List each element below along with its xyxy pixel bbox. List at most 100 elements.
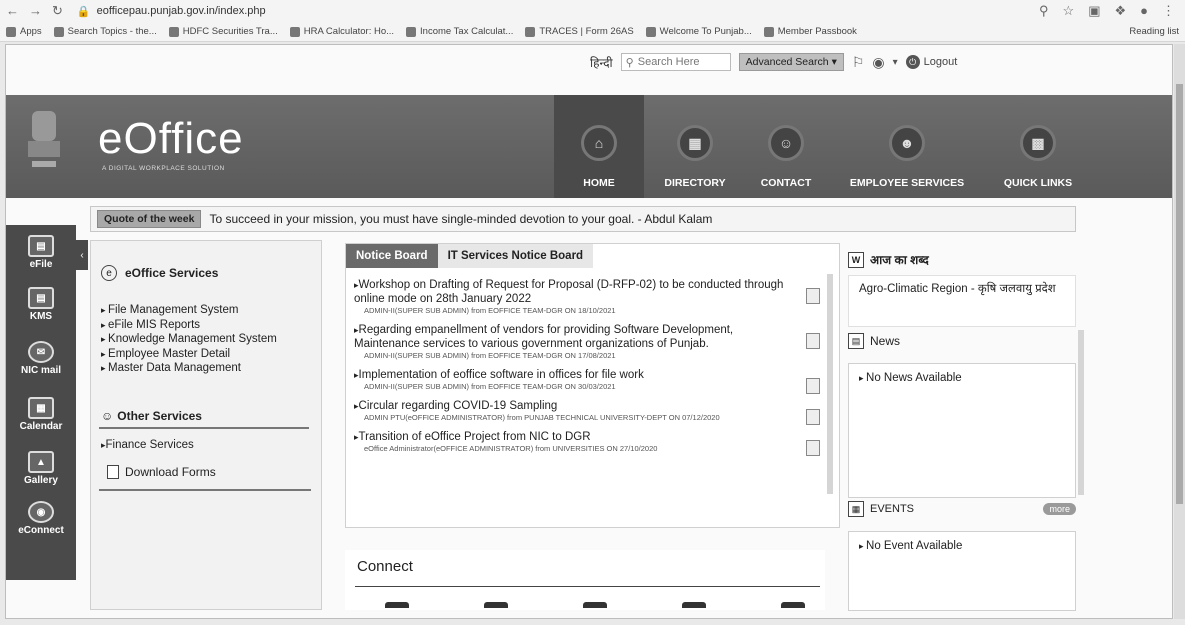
bookmark-icon xyxy=(289,26,300,37)
nav-employee-services[interactable]: ☻ EMPLOYEE SERVICES xyxy=(832,95,982,198)
social-icon[interactable] xyxy=(682,602,706,608)
download-forms-link[interactable]: Download Forms xyxy=(107,465,216,479)
page-scrollbar[interactable] xyxy=(1174,44,1185,619)
social-icon[interactable] xyxy=(385,602,409,608)
bookmark-passbook[interactable]: Member Passbook xyxy=(763,26,857,37)
calendar-icon: ▦ xyxy=(848,501,864,517)
url-text: eofficepau.punjab.gov.in/index.php xyxy=(96,5,266,17)
nav-home[interactable]: ⌂ HOME xyxy=(554,95,644,198)
list-item[interactable]: Circular regarding COVID-19 Sampling ADM… xyxy=(354,399,824,425)
list-item[interactable]: File Management System xyxy=(101,303,277,318)
dock-gallery[interactable]: ▲ Gallery xyxy=(6,451,76,486)
national-emblem-icon xyxy=(28,111,60,167)
notice-scrollbar[interactable] xyxy=(827,274,833,494)
notice-meta: ADMIN-II(SUPER SUB ADMIN) from EOFFICE T… xyxy=(364,382,616,391)
calendar-icon: ▦ xyxy=(28,397,54,419)
tab-it-services-notice-board[interactable]: IT Services Notice Board xyxy=(437,244,594,268)
notice-meta: ADMIN PTU(eOFFICE ADMINISTRATOR) from PU… xyxy=(364,413,720,422)
gallery-icon: ▲ xyxy=(28,451,54,473)
pdf-icon[interactable] xyxy=(806,440,820,456)
employee-icon: ☻ xyxy=(889,125,925,161)
word-of-day-heading: W आज का शब्द xyxy=(848,251,929,268)
kms-icon: ▤ xyxy=(28,287,54,309)
list-item[interactable]: Regarding empanellment of vendors for pr… xyxy=(354,323,824,360)
search-input[interactable]: ⚲ Search Here xyxy=(620,53,731,71)
social-icon[interactable] xyxy=(781,602,805,608)
address-field[interactable]: 🔒 eofficepau.punjab.gov.in/index.php xyxy=(77,5,266,18)
bookmark-icon xyxy=(53,26,64,37)
connect-section: Connect xyxy=(345,550,825,610)
dock-kms[interactable]: ▤ KMS xyxy=(6,287,76,322)
tab-notice-board[interactable]: Notice Board xyxy=(346,244,438,268)
chevron-down-icon[interactable]: ▾ xyxy=(893,57,898,68)
key-icon[interactable]: ⚲ xyxy=(1039,3,1049,19)
word-icon: W xyxy=(848,251,864,268)
bookmark-hra[interactable]: HRA Calculator: Ho... xyxy=(289,26,394,37)
dock-calendar[interactable]: ▦ Calendar xyxy=(6,397,76,432)
menu-icon[interactable]: ⋮ xyxy=(1162,3,1175,19)
extension-icon[interactable]: ▣ xyxy=(1088,3,1100,19)
efile-icon: ▤ xyxy=(28,235,54,257)
bookmark-punjab[interactable]: Welcome To Punjab... xyxy=(645,26,752,37)
bookmark-search-topics[interactable]: Search Topics - the... xyxy=(53,26,157,37)
bookmark-income-tax[interactable]: Income Tax Calculat... xyxy=(406,26,513,37)
pdf-icon[interactable] xyxy=(806,378,820,394)
dock-collapse-handle[interactable]: ‹ xyxy=(76,240,88,270)
social-icon[interactable] xyxy=(484,602,508,608)
home-icon: ⌂ xyxy=(581,125,617,161)
list-item[interactable]: eFile MIS Reports xyxy=(101,318,277,333)
notification-icon[interactable]: ⚐ xyxy=(852,54,865,71)
more-button[interactable]: more xyxy=(1043,503,1076,515)
pdf-icon[interactable] xyxy=(806,333,820,349)
divider xyxy=(99,427,309,429)
bookmark-hdfc[interactable]: HDFC Securities Tra... xyxy=(168,26,278,37)
chevron-left-icon: ‹ xyxy=(80,249,84,261)
search-icon: ⚲ xyxy=(625,56,634,69)
notice-board: Notice Board IT Services Notice Board Wo… xyxy=(345,243,840,528)
hindi-language-link[interactable]: हिन्दी xyxy=(590,54,613,71)
nav-directory[interactable]: ▦ DIRECTORY xyxy=(650,95,740,198)
notice-title[interactable]: Implementation of eoffice software in of… xyxy=(354,368,792,382)
dock-efile[interactable]: ▤ eFile xyxy=(6,235,76,270)
list-item[interactable]: Knowledge Management System xyxy=(101,332,277,347)
forward-icon[interactable]: → xyxy=(29,3,42,19)
news-scrollbar[interactable] xyxy=(1078,330,1084,495)
nav-contact[interactable]: ☺ CONTACT xyxy=(741,95,831,198)
dock-nic-mail[interactable]: ✉ NIC mail xyxy=(6,341,76,376)
pdf-icon[interactable] xyxy=(806,288,820,304)
bookmark-apps[interactable]: Apps xyxy=(6,26,42,37)
list-item[interactable]: Employee Master Detail xyxy=(101,347,277,362)
dock-econnect[interactable]: ◉ eConnect xyxy=(6,501,76,536)
notice-meta: eOffice Administrator(eOFFICE ADMINISTRA… xyxy=(364,444,658,453)
events-empty-text: No Event Available xyxy=(859,540,1065,552)
list-item[interactable]: Transition of eOffice Project from NIC t… xyxy=(354,430,824,456)
back-icon[interactable]: ← xyxy=(6,3,19,19)
header-banner: eOffice A DIGITAL WORKPLACE SOLUTION ⌂ H… xyxy=(6,95,1172,198)
user-icon[interactable]: ◉ xyxy=(872,54,884,71)
logout-button[interactable]: ⏻ Logout xyxy=(905,55,957,69)
star-icon[interactable]: ☆ xyxy=(1063,3,1075,19)
eoffice-logo[interactable]: eOffice xyxy=(98,117,244,161)
reading-list[interactable]: Reading list xyxy=(1129,26,1179,37)
notice-title[interactable]: Regarding empanellment of vendors for pr… xyxy=(354,323,792,351)
reload-icon[interactable]: ↻ xyxy=(52,3,63,19)
scrollbar-thumb[interactable] xyxy=(1176,84,1183,504)
list-item[interactable]: Workshop on Drafting of Request for Prop… xyxy=(354,278,824,315)
notice-title[interactable]: Transition of eOffice Project from NIC t… xyxy=(354,430,792,444)
list-item[interactable]: Implementation of eoffice software in of… xyxy=(354,368,824,394)
events-heading: ▦ EVENTS more xyxy=(848,501,1076,517)
puzzle-icon[interactable]: ❖ xyxy=(1114,3,1126,19)
profile-icon[interactable]: ● xyxy=(1140,3,1148,19)
advanced-search-button[interactable]: Advanced Search ▾ xyxy=(738,53,844,71)
list-item[interactable]: Master Data Management xyxy=(101,361,277,376)
notice-title[interactable]: Circular regarding COVID-19 Sampling xyxy=(354,399,792,413)
bookmark-traces[interactable]: TRACES | Form 26AS xyxy=(525,26,634,37)
finance-services-link[interactable]: Finance Services xyxy=(101,439,194,451)
search-placeholder: Search Here xyxy=(637,56,700,68)
pdf-icon[interactable] xyxy=(806,409,820,425)
social-icon[interactable] xyxy=(583,602,607,608)
bookmark-icon xyxy=(763,26,774,37)
notice-title[interactable]: Workshop on Drafting of Request for Prop… xyxy=(354,278,792,306)
nav-quick-links[interactable]: ▩ QUICK LINKS xyxy=(986,95,1090,198)
utility-bar: हिन्दी ⚲ Search Here Advanced Search ▾ ⚐ … xyxy=(590,52,957,72)
